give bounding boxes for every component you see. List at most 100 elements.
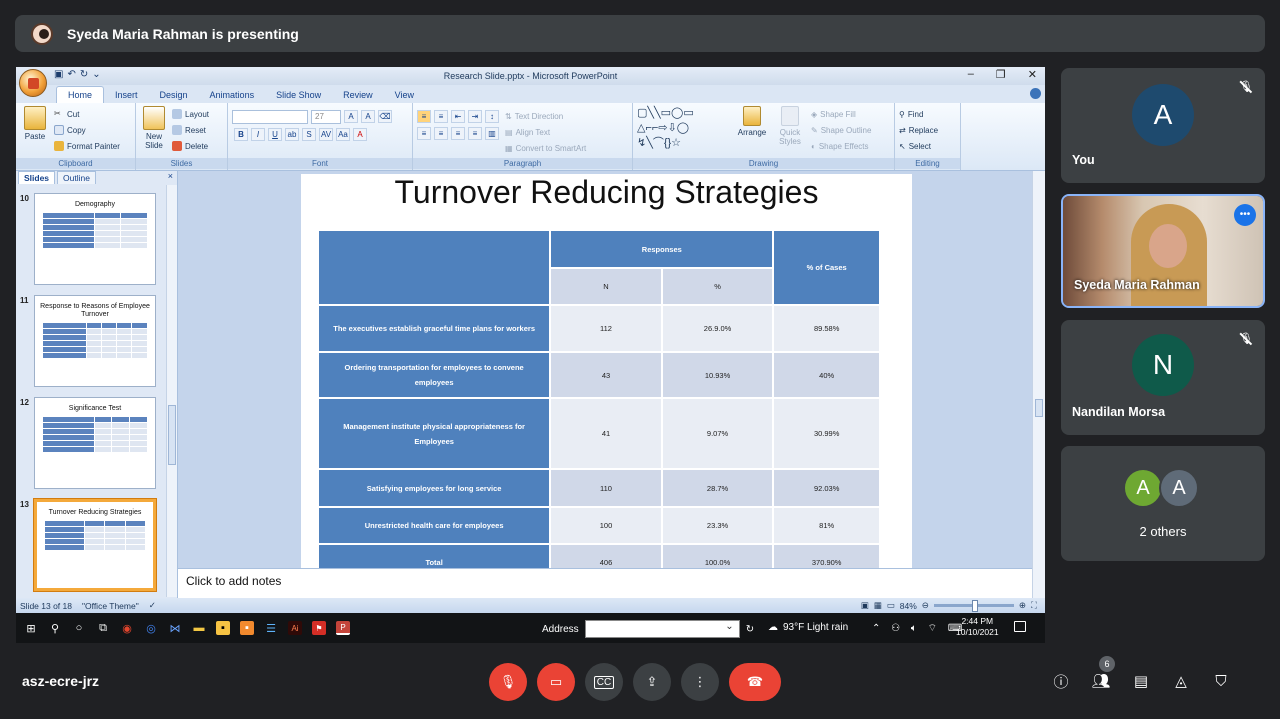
sticky-notes-icon[interactable]: ▪ bbox=[216, 621, 230, 635]
line-spacing-button[interactable]: ↕ bbox=[485, 110, 499, 123]
spacing-button[interactable]: AV bbox=[319, 128, 333, 141]
acrobat-icon[interactable]: ⚑ bbox=[312, 621, 326, 635]
align-right-button[interactable]: ≡ bbox=[451, 127, 465, 140]
reset-button[interactable]: Reset bbox=[172, 122, 209, 138]
taskbar-clock[interactable]: 2:44 PM 10/10/2021 bbox=[956, 616, 999, 638]
paste-button[interactable]: Paste bbox=[20, 106, 50, 154]
notes-pane[interactable]: Click to add notes bbox=[178, 568, 1032, 598]
font-color-button[interactable]: A bbox=[353, 128, 367, 141]
zoom-slider[interactable] bbox=[933, 600, 1014, 612]
align-center-button[interactable]: ≡ bbox=[434, 127, 448, 140]
zoom-out-icon[interactable]: ⊖ bbox=[922, 600, 929, 611]
case-button[interactable]: Aa bbox=[336, 128, 350, 141]
chat-button[interactable]: ▤ bbox=[1129, 668, 1153, 694]
panel-tab-outline[interactable]: Outline bbox=[57, 171, 96, 184]
tab-design[interactable]: Design bbox=[149, 87, 199, 103]
tab-insert[interactable]: Insert bbox=[104, 87, 149, 103]
shadow-button[interactable]: S bbox=[302, 128, 316, 141]
underline-button[interactable]: U bbox=[268, 128, 282, 141]
slide-thumbnail[interactable]: 11 Response to Reasons of Employee Turno… bbox=[16, 293, 166, 389]
meeting-info-button[interactable]: ⓘ bbox=[1049, 668, 1073, 694]
tab-animations[interactable]: Animations bbox=[199, 87, 266, 103]
tab-view[interactable]: View bbox=[384, 87, 425, 103]
font-size-combo[interactable]: 27 bbox=[311, 110, 341, 124]
grow-font-button[interactable]: A bbox=[344, 110, 358, 123]
participant-tile-others[interactable]: A A 2 others bbox=[1061, 446, 1265, 561]
copy-button[interactable]: Copy bbox=[54, 122, 120, 138]
columns-button[interactable]: ▥ bbox=[485, 127, 499, 140]
file-explorer-icon[interactable]: ▬ bbox=[192, 621, 206, 635]
slides-panel-scroll-thumb[interactable] bbox=[168, 405, 176, 465]
illustrator-icon[interactable]: Ai bbox=[288, 621, 302, 635]
bold-button[interactable]: B bbox=[234, 128, 248, 141]
slide-thumbnail-selected[interactable]: 13 Turnover Reducing Strategies bbox=[16, 497, 166, 593]
close-panel-icon[interactable]: × bbox=[168, 171, 173, 181]
panel-tab-slides[interactable]: Slides bbox=[18, 171, 56, 184]
fit-window-icon[interactable]: ⛶ bbox=[1031, 600, 1037, 611]
close-icon[interactable]: ✕ bbox=[1028, 68, 1037, 81]
tab-review[interactable]: Review bbox=[332, 87, 384, 103]
photos-icon[interactable]: ▪ bbox=[240, 621, 254, 635]
layout-button[interactable]: Layout bbox=[172, 106, 209, 122]
new-slide-button[interactable]: New Slide bbox=[140, 106, 168, 154]
host-controls-button[interactable]: ⛉ bbox=[1209, 668, 1233, 694]
cut-button[interactable]: ✂ Cut bbox=[54, 106, 120, 122]
spellcheck-icon[interactable]: ✓ bbox=[149, 600, 156, 611]
text-direction-button[interactable]: ⇅ Text Direction bbox=[505, 108, 586, 124]
shape-fill-button[interactable]: ◈ Shape Fill bbox=[811, 106, 871, 122]
italic-button[interactable]: I bbox=[251, 128, 265, 141]
delete-button[interactable]: Delete bbox=[172, 138, 209, 154]
participant-tile-nandilan[interactable]: N 🎙︎ Nandilan Morsa bbox=[1061, 320, 1265, 435]
office-button[interactable] bbox=[19, 69, 47, 97]
font-name-combo[interactable] bbox=[232, 110, 308, 124]
replace-button[interactable]: ⇄ Replace bbox=[899, 122, 956, 138]
slide-thumbnail[interactable]: 10 Demography bbox=[16, 191, 166, 287]
people-button[interactable]: 👥︎ 6 bbox=[1089, 656, 1115, 694]
slide-scroll-thumb[interactable] bbox=[1035, 399, 1043, 417]
tab-slide-show[interactable]: Slide Show bbox=[265, 87, 332, 103]
powerpoint-taskbar-icon[interactable]: P bbox=[336, 621, 350, 635]
justify-button[interactable]: ≡ bbox=[468, 127, 482, 140]
list-app-icon[interactable]: ☰ bbox=[264, 621, 278, 635]
slides-panel-scrollbar[interactable] bbox=[166, 185, 177, 597]
select-button[interactable]: ↖ Select bbox=[899, 138, 956, 154]
end-call-button[interactable]: ☎ bbox=[729, 663, 781, 701]
mic-toggle-button[interactable]: 🎙︎ bbox=[489, 663, 527, 701]
cortana-icon[interactable]: ○ bbox=[72, 621, 86, 635]
opera-icon[interactable]: ◉ bbox=[120, 621, 134, 635]
strike-button[interactable]: ab bbox=[285, 128, 299, 141]
clear-format-button[interactable]: ⌫ bbox=[378, 110, 392, 123]
windows-start-icon[interactable]: ⊞ bbox=[24, 621, 38, 635]
find-button[interactable]: ⚲ Find bbox=[899, 106, 956, 122]
decrease-indent-button[interactable]: ⇤ bbox=[451, 110, 465, 123]
convert-smartart-button[interactable]: ▦ Convert to SmartArt bbox=[505, 140, 586, 156]
tab-home[interactable]: Home bbox=[56, 86, 105, 103]
system-tray[interactable]: ⌃ ⚇ 🔈︎ ⌔ ⌨ bbox=[872, 622, 966, 635]
align-left-button[interactable]: ≡ bbox=[417, 127, 431, 140]
minimize-icon[interactable]: – bbox=[968, 68, 974, 81]
help-icon[interactable] bbox=[1030, 88, 1041, 99]
normal-view-icon[interactable]: ▣ bbox=[861, 600, 869, 611]
weather-text[interactable]: 93°F Light rain bbox=[783, 622, 848, 633]
slide-vertical-scrollbar[interactable] bbox=[1032, 171, 1045, 598]
numbering-button[interactable]: ≡ bbox=[434, 110, 448, 123]
align-text-button[interactable]: ▤ Align Text bbox=[505, 124, 586, 140]
restore-icon[interactable]: ❐ bbox=[996, 68, 1006, 81]
activities-button[interactable]: ◬ bbox=[1169, 668, 1193, 694]
current-slide[interactable]: Turnover Reducing Strategies Responses %… bbox=[301, 174, 912, 582]
bullets-button[interactable]: ≡ bbox=[417, 110, 431, 123]
participant-tile-you[interactable]: A 🎙︎ You bbox=[1061, 68, 1265, 183]
quick-styles-button[interactable]: Quick Styles bbox=[775, 106, 805, 154]
chrome-icon[interactable]: ◎ bbox=[144, 621, 158, 635]
camera-toggle-button[interactable]: ▭ bbox=[537, 663, 575, 701]
shapes-gallery[interactable]: ▢╲╲▭◯▭ △⌐⌐⇨⇩◯ ↯╲⌒{}☆ bbox=[637, 106, 729, 154]
format-painter-button[interactable]: Format Painter bbox=[54, 138, 120, 154]
sorter-view-icon[interactable]: ▦ bbox=[874, 600, 882, 611]
more-options-button[interactable]: ⋮ bbox=[681, 663, 719, 701]
vscode-icon[interactable]: ⋈ bbox=[168, 621, 182, 635]
shape-outline-button[interactable]: ✎ Shape Outline bbox=[811, 122, 871, 138]
zoom-in-icon[interactable]: ⊕ bbox=[1019, 600, 1026, 611]
refresh-icon[interactable]: ↻ bbox=[746, 624, 754, 635]
address-input[interactable] bbox=[584, 620, 740, 638]
increase-indent-button[interactable]: ⇥ bbox=[468, 110, 482, 123]
